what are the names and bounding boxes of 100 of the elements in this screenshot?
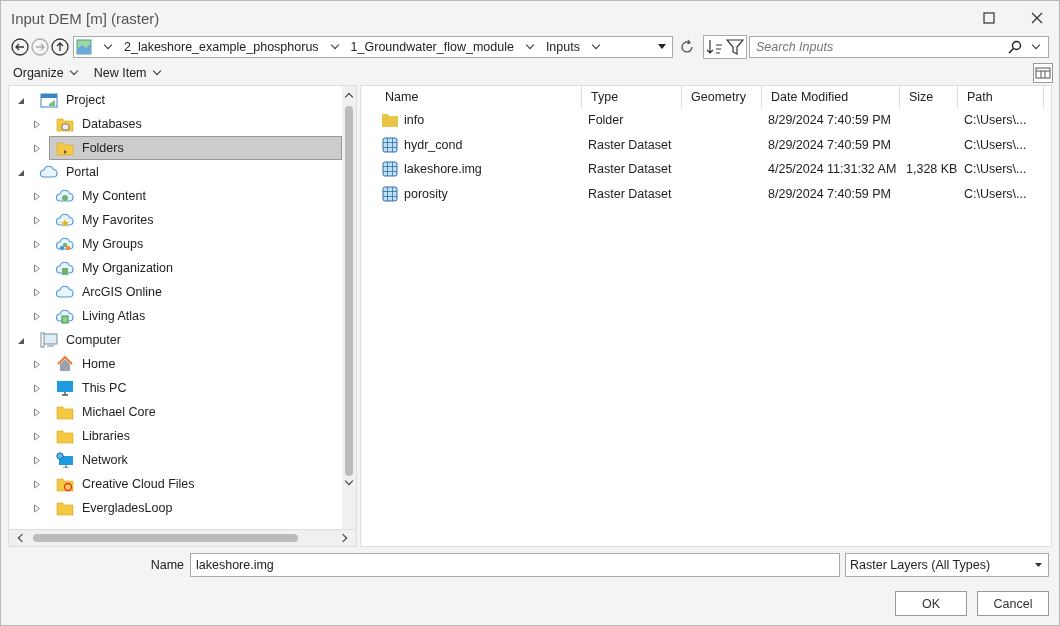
table-cell-text: 8/29/2024 7:40:59 PM bbox=[767, 112, 892, 130]
cloud-person-icon bbox=[56, 188, 74, 204]
tree-item[interactable]: This PC bbox=[49, 376, 342, 400]
raster-grid-icon bbox=[382, 185, 398, 202]
breadcrumb-item[interactable]: 1_Groundwater_flow_module bbox=[350, 40, 514, 54]
breadcrumb-item[interactable]: 2_lakeshore_example_phosphorus bbox=[124, 40, 319, 54]
expand-arrow-icon[interactable] bbox=[33, 479, 41, 489]
search-icon[interactable] bbox=[1008, 40, 1022, 54]
raster-grid-icon bbox=[382, 136, 398, 153]
breadcrumb-item[interactable]: Inputs bbox=[545, 40, 580, 54]
expand-arrow-icon[interactable] bbox=[33, 407, 41, 417]
horizontal-scrollbar[interactable] bbox=[9, 529, 356, 546]
table-cell-text: 4/25/2024 11:31:32 AM bbox=[767, 161, 898, 179]
table-cell-text: Raster Dataset bbox=[587, 185, 673, 203]
column-header[interactable]: Name bbox=[376, 86, 582, 108]
column-header[interactable]: Type bbox=[582, 86, 682, 108]
maximize-icon[interactable] bbox=[983, 12, 995, 24]
expand-arrow-icon[interactable] bbox=[33, 287, 41, 297]
computer-icon bbox=[40, 332, 58, 348]
monitor-icon bbox=[56, 380, 74, 396]
folder-icon bbox=[56, 476, 74, 492]
expand-arrow-icon[interactable] bbox=[33, 431, 41, 441]
table-cell-text: C:\Users\... bbox=[963, 136, 1028, 154]
cloud-icon bbox=[56, 284, 74, 300]
vertical-scrollbar[interactable] bbox=[342, 86, 356, 529]
expand-arrow-icon[interactable] bbox=[33, 143, 41, 153]
search-field[interactable]: Search Inputs bbox=[749, 36, 1049, 58]
expand-arrow-icon[interactable] bbox=[33, 311, 41, 321]
sort-icon[interactable] bbox=[706, 38, 724, 56]
table-cell: 1,328 KB bbox=[906, 162, 958, 177]
tree-item[interactable]: Portal bbox=[33, 160, 342, 184]
tree-item[interactable]: My Favorites bbox=[49, 208, 342, 232]
refresh-icon[interactable] bbox=[679, 39, 695, 55]
tree-item[interactable]: Network bbox=[49, 448, 342, 472]
close-icon[interactable] bbox=[1031, 12, 1043, 24]
folder-icon bbox=[382, 113, 398, 128]
filter-icon[interactable] bbox=[726, 38, 744, 56]
tree-item[interactable]: Project bbox=[33, 88, 342, 112]
table-cell-text: C:\Users\... bbox=[963, 185, 1028, 203]
file-name-cell[interactable]: info bbox=[376, 108, 582, 133]
tree-item[interactable]: ArcGIS Online bbox=[49, 280, 342, 304]
back-icon[interactable] bbox=[11, 38, 29, 56]
map-icon bbox=[76, 39, 92, 55]
tree-item[interactable]: Creative Cloud Files bbox=[49, 472, 342, 496]
dropdown-arrow-icon[interactable] bbox=[1035, 563, 1042, 567]
tree-item[interactable]: Libraries bbox=[49, 424, 342, 448]
folder-icon bbox=[56, 140, 74, 156]
file-type-dropdown[interactable]: Raster Layers (All Types) bbox=[845, 553, 1049, 577]
cancel-button[interactable]: Cancel bbox=[977, 591, 1049, 616]
table-cell-text: C:\Users\... bbox=[963, 112, 1028, 130]
cloud-building-icon bbox=[56, 260, 74, 276]
database-folder-icon bbox=[56, 116, 74, 132]
toolbar-menu[interactable]: New Item bbox=[89, 64, 167, 82]
toolbar-menu[interactable]: Organize bbox=[9, 64, 84, 82]
address-bar[interactable]: 2_lakeshore_example_phosphorus 1_Groundwater_flow_module Inputs bbox=[73, 36, 673, 58]
table-cell-text: C:\Users\... bbox=[963, 161, 1028, 179]
expand-arrow-icon[interactable] bbox=[33, 383, 41, 393]
tree-item[interactable]: Folders bbox=[49, 136, 342, 160]
cloud-star-icon bbox=[56, 212, 74, 228]
cloud-icon bbox=[40, 164, 58, 180]
tree-item[interactable]: Living Atlas bbox=[49, 304, 342, 328]
tree-item[interactable]: My Content bbox=[49, 184, 342, 208]
file-name-cell[interactable]: lakeshore.img bbox=[376, 157, 582, 182]
file-name-cell[interactable]: hydr_cond bbox=[376, 132, 582, 157]
column-header[interactable]: Size bbox=[900, 86, 958, 108]
column-header[interactable]: Path bbox=[958, 86, 1044, 108]
table-cell-text: 8/29/2024 7:40:59 PM bbox=[767, 185, 892, 203]
expand-arrow-icon[interactable] bbox=[33, 455, 41, 465]
expand-arrow-icon[interactable] bbox=[33, 263, 41, 273]
expand-arrow-icon[interactable] bbox=[33, 215, 41, 225]
table-cell-text: 8/29/2024 7:40:59 PM bbox=[767, 136, 892, 154]
tree-item[interactable]: My Groups bbox=[49, 232, 342, 256]
name-label: Name bbox=[149, 558, 185, 572]
up-icon[interactable] bbox=[51, 38, 69, 56]
expand-arrow-icon[interactable] bbox=[33, 239, 41, 249]
column-header[interactable]: Date Modified bbox=[762, 86, 900, 108]
home-icon bbox=[56, 356, 74, 372]
folder-icon bbox=[56, 404, 74, 420]
cloud-book-icon bbox=[56, 308, 74, 324]
tree-item[interactable]: My Organization bbox=[49, 256, 342, 280]
layout-icon[interactable] bbox=[1033, 63, 1053, 83]
raster-grid-icon bbox=[382, 161, 398, 178]
tree-item[interactable]: Michael Core bbox=[49, 400, 342, 424]
cloud-people-icon bbox=[56, 236, 74, 252]
expand-arrow-icon[interactable] bbox=[33, 503, 41, 513]
expand-arrow-icon[interactable] bbox=[33, 119, 41, 129]
tree-item[interactable]: Computer bbox=[33, 328, 342, 352]
file-name-cell[interactable]: porosity bbox=[376, 181, 582, 206]
expand-arrow-icon[interactable] bbox=[33, 191, 41, 201]
column-header[interactable]: Geometry bbox=[682, 86, 762, 108]
tree-item[interactable]: EvergladesLoop bbox=[49, 496, 342, 520]
dropdown-icon[interactable] bbox=[658, 44, 666, 50]
tree-item[interactable]: Databases bbox=[49, 112, 342, 136]
folder-icon bbox=[56, 428, 74, 444]
network-icon bbox=[56, 452, 74, 468]
name-field[interactable]: lakeshore.img bbox=[190, 553, 840, 577]
ok-button[interactable]: OK bbox=[895, 591, 967, 616]
table-cell-text: Raster Dataset bbox=[587, 161, 673, 179]
expand-arrow-icon[interactable] bbox=[33, 359, 41, 369]
tree-item[interactable]: Home bbox=[49, 352, 342, 376]
